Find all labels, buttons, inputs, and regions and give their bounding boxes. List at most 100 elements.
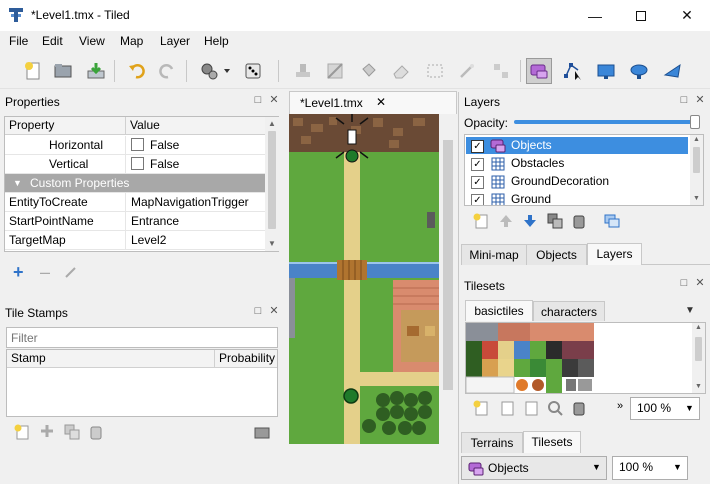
float-panel-button[interactable]: □ — [252, 94, 264, 106]
opacity-slider-handle[interactable] — [690, 115, 700, 129]
map-canvas[interactable] — [289, 114, 457, 444]
close-button[interactable]: ✕ — [664, 0, 710, 31]
add-variation-button[interactable] — [40, 424, 54, 441]
tab-mini-map[interactable]: Mini-map — [461, 244, 527, 265]
select-objects-button[interactable] — [526, 58, 552, 84]
delete-layer-button[interactable] — [571, 213, 587, 232]
stamp-filter-input[interactable] — [6, 327, 278, 348]
close-panel-button[interactable]: ✕ — [268, 94, 280, 106]
custom-properties-section[interactable]: ▼ Custom Properties — [5, 174, 265, 193]
stamp-brush-button[interactable] — [290, 58, 316, 84]
property-row[interactable]: TargetMap Level2 — [5, 231, 265, 250]
tab-objects[interactable]: Objects — [526, 244, 587, 265]
random-mode-button[interactable] — [240, 58, 266, 84]
bucket-fill-button[interactable] — [356, 58, 382, 84]
probability-column-header[interactable]: Probability — [215, 350, 277, 368]
tileset-scrollbar[interactable]: ▲ ▼ — [692, 323, 705, 393]
select-same-tile-button[interactable] — [488, 58, 514, 84]
layer-row-objects[interactable]: ✓ Objects — [466, 137, 688, 154]
layer-row-obstacles[interactable]: ✓ Obstacles — [466, 155, 688, 172]
scroll-down-icon[interactable]: ▼ — [693, 195, 700, 202]
save-button[interactable] — [83, 58, 109, 84]
scroll-up-icon[interactable]: ▲ — [268, 119, 276, 128]
property-value[interactable]: False — [127, 155, 179, 174]
checkbox[interactable] — [131, 138, 144, 152]
import-tileset-button[interactable] — [499, 400, 515, 419]
duplicate-stamp-button[interactable] — [64, 424, 80, 443]
scroll-down-icon[interactable]: ▼ — [268, 239, 276, 248]
menu-help[interactable]: Help — [204, 34, 229, 48]
magic-wand-button[interactable] — [454, 58, 480, 84]
insert-polygon-button[interactable] — [660, 58, 686, 84]
map-view[interactable] — [289, 114, 457, 444]
property-row[interactable]: EntityToCreate MapNavigationTrigger — [5, 193, 265, 212]
property-column-header[interactable]: Property — [5, 117, 126, 135]
close-panel-button[interactable]: ✕ — [268, 305, 280, 317]
document-tab[interactable]: *Level1.tmx ✕ — [289, 91, 457, 114]
close-tab-icon[interactable]: ✕ — [376, 95, 386, 109]
tab-tilesets[interactable]: Tilesets — [523, 431, 581, 453]
property-value[interactable]: Entrance — [127, 212, 179, 231]
new-tileset-button[interactable] — [473, 400, 489, 419]
layer-visible-checkbox[interactable]: ✓ — [471, 194, 484, 205]
tileset-zoom-combo[interactable]: 100 % ▼ — [630, 397, 700, 420]
scrollbar-thumb[interactable] — [268, 131, 276, 229]
open-file-button[interactable] — [50, 58, 76, 84]
property-value[interactable]: MapNavigationTrigger — [127, 193, 249, 212]
scrollbar-thumb[interactable] — [695, 337, 702, 361]
lower-layer-button[interactable] — [522, 213, 538, 232]
maximize-button[interactable] — [618, 0, 664, 31]
current-layer-combo[interactable]: Objects ▼ — [461, 456, 607, 480]
undo-button[interactable] — [124, 58, 150, 84]
eraser-button[interactable] — [388, 58, 414, 84]
terrain-brush-button[interactable] — [322, 58, 348, 84]
layer-row-grounddecoration[interactable]: ✓ GroundDecoration — [466, 173, 688, 190]
minimize-button[interactable]: — — [572, 0, 618, 31]
layer-visible-checkbox[interactable]: ✓ — [471, 158, 484, 172]
scroll-down-icon[interactable]: ▼ — [695, 383, 702, 390]
tab-terrains[interactable]: Terrains — [461, 432, 523, 453]
menu-view[interactable]: View — [79, 34, 105, 48]
stamp-column-header[interactable]: Stamp — [7, 350, 215, 368]
layer-visible-checkbox[interactable]: ✓ — [471, 140, 484, 154]
checkbox[interactable] — [131, 157, 144, 171]
remove-property-button[interactable]: – — [40, 263, 50, 281]
opacity-slider[interactable] — [514, 115, 700, 129]
commands-button[interactable] — [196, 58, 234, 84]
rename-property-button[interactable] — [64, 265, 78, 282]
menu-edit[interactable]: Edit — [42, 34, 63, 48]
tab-characters[interactable]: characters — [533, 301, 605, 321]
properties-scrollbar[interactable]: ▲ ▼ — [265, 117, 279, 251]
menu-map[interactable]: Map — [120, 34, 143, 48]
close-panel-button[interactable]: ✕ — [694, 277, 706, 289]
tileset-view[interactable]: ▲ ▼ — [465, 322, 706, 394]
remove-tileset-button[interactable] — [571, 400, 587, 419]
float-panel-button[interactable]: □ — [678, 277, 690, 289]
map-zoom-combo[interactable]: 100 % ▼ — [612, 456, 688, 480]
insert-rectangle-button[interactable] — [593, 58, 619, 84]
property-value[interactable]: False — [127, 136, 179, 155]
float-panel-button[interactable]: □ — [252, 305, 264, 317]
close-panel-button[interactable]: ✕ — [694, 94, 706, 106]
property-row-horizontal[interactable]: Horizontal False — [5, 136, 265, 155]
collapse-arrow-icon[interactable]: ▼ — [13, 174, 22, 193]
delete-stamp-button[interactable] — [88, 424, 104, 443]
layer-visible-checkbox[interactable]: ✓ — [471, 176, 484, 190]
add-property-button[interactable]: + — [13, 263, 24, 281]
edit-tileset-button[interactable] — [547, 400, 563, 419]
tileset-menu-arrow-icon[interactable]: ▼ — [685, 305, 695, 316]
new-file-button[interactable] — [20, 58, 46, 84]
property-row[interactable]: StartPointName Entrance — [5, 212, 265, 231]
new-stamp-button[interactable] — [14, 424, 30, 443]
property-value[interactable]: Level2 — [127, 231, 166, 250]
insert-ellipse-button[interactable] — [626, 58, 652, 84]
layer-row-ground[interactable]: ✓ Ground — [466, 191, 688, 205]
scroll-up-icon[interactable]: ▲ — [693, 136, 700, 143]
float-panel-button[interactable]: □ — [678, 94, 690, 106]
edit-polygons-button[interactable] — [560, 58, 586, 84]
stamps-folder-button[interactable] — [254, 424, 270, 443]
export-tileset-button[interactable] — [523, 400, 539, 419]
scroll-up-icon[interactable]: ▲ — [695, 324, 702, 331]
tileset-image[interactable] — [466, 323, 692, 393]
value-column-header[interactable]: Value — [126, 117, 265, 135]
